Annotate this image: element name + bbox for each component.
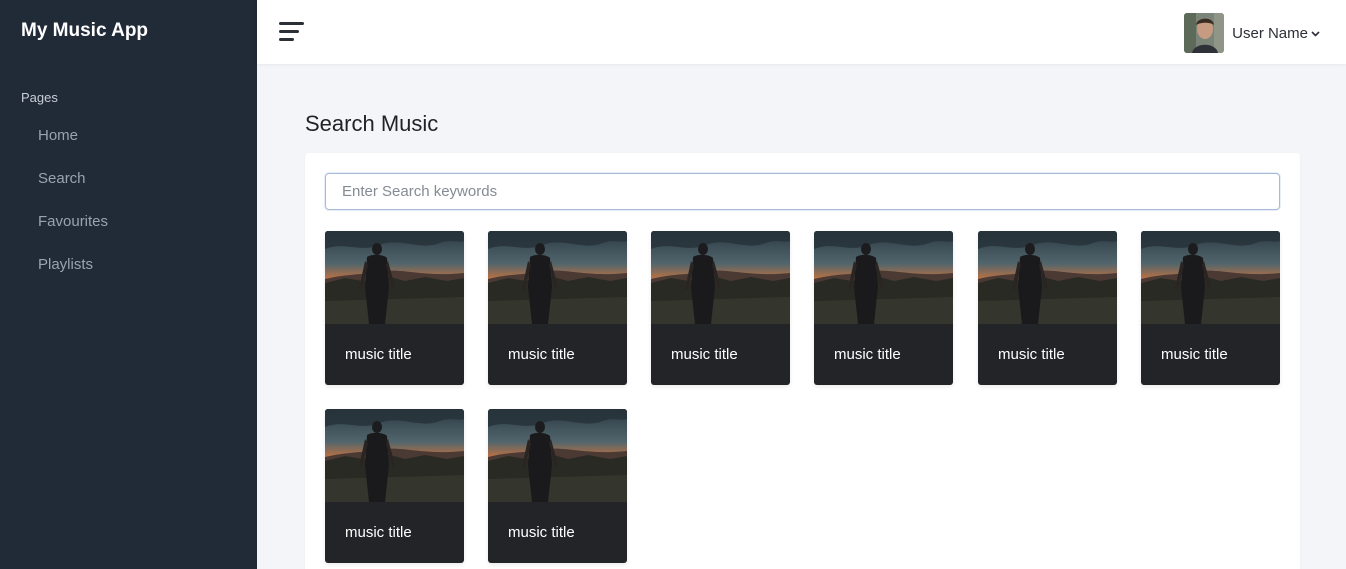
user-name[interactable]: User Name: [1232, 25, 1308, 42]
sidebar-nav: Home Search Favourites Playlists: [0, 121, 257, 293]
music-title: music title: [998, 346, 1065, 363]
sidebar-item-home[interactable]: Home: [0, 121, 257, 164]
music-card[interactable]: music title: [488, 231, 627, 385]
avatar[interactable]: [1184, 13, 1224, 53]
music-card[interactable]: music title: [325, 409, 464, 563]
sidebar-item-favourites[interactable]: Favourites: [0, 207, 257, 250]
music-title: music title: [345, 346, 412, 363]
music-cover-image: [325, 231, 464, 324]
music-cover-image: [1141, 231, 1280, 324]
app-title[interactable]: My Music App: [21, 20, 148, 42]
music-cover-image: [325, 409, 464, 502]
hamburger-menu-icon[interactable]: [279, 22, 304, 42]
pages-section-label: Pages: [21, 90, 58, 105]
search-input[interactable]: [325, 173, 1280, 210]
top-bar: User Name: [257, 0, 1346, 64]
music-title: music title: [1161, 346, 1228, 363]
music-title: music title: [508, 346, 575, 363]
music-card[interactable]: music title: [814, 231, 953, 385]
music-title: music title: [671, 346, 738, 363]
music-card[interactable]: music title: [325, 231, 464, 385]
music-title: music title: [834, 346, 901, 363]
music-card[interactable]: music title: [651, 231, 790, 385]
music-cover-image: [814, 231, 953, 324]
music-cover-image: [978, 231, 1117, 324]
sidebar-item-search[interactable]: Search: [0, 164, 257, 207]
music-card[interactable]: music title: [488, 409, 627, 563]
music-card[interactable]: music title: [978, 231, 1117, 385]
sidebar: My Music App Pages Home Search Favourite…: [0, 0, 257, 569]
music-title: music title: [345, 524, 412, 541]
music-title: music title: [508, 524, 575, 541]
search-panel: music title music title music title musi…: [305, 153, 1300, 569]
page-title: Search Music: [305, 111, 439, 136]
music-cover-image: [488, 409, 627, 502]
music-cover-image: [488, 231, 627, 324]
sidebar-item-playlists[interactable]: Playlists: [0, 250, 257, 293]
music-cover-image: [651, 231, 790, 324]
chevron-down-icon[interactable]: [1311, 31, 1320, 37]
user-menu[interactable]: User Name: [1184, 13, 1320, 53]
music-card[interactable]: music title: [1141, 231, 1280, 385]
